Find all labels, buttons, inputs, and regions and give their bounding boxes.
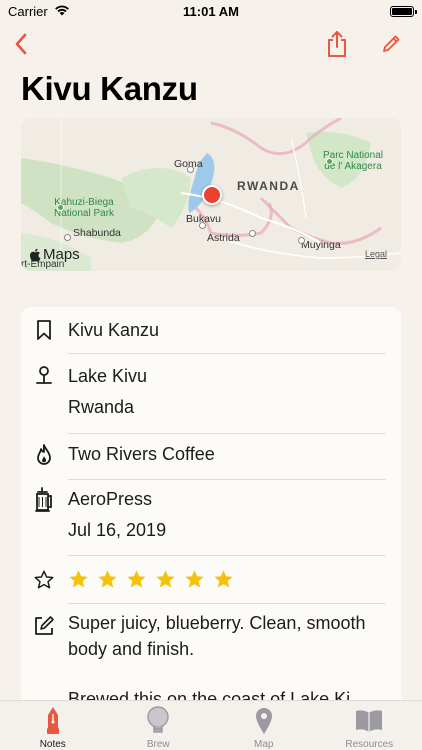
star-filled-icon[interactable] [97, 569, 118, 590]
divider [68, 603, 386, 604]
map-pin-icon [249, 706, 279, 736]
star-outline-icon [32, 568, 56, 592]
notes-line-2: body and finish. [68, 639, 195, 659]
star-filled-icon[interactable] [213, 569, 234, 590]
status-time: 11:01 AM [183, 3, 239, 19]
row-coffee-name: Kivu Kanzu [21, 315, 401, 346]
apple-logo-icon [30, 248, 41, 262]
row-rating [21, 567, 401, 593]
status-bar: Carrier 11:01 AM [0, 0, 422, 22]
tab-notes[interactable]: Notes [0, 701, 106, 750]
apple-maps-logo: Maps [29, 246, 80, 263]
tab-label-notes: Notes [39, 739, 66, 750]
notes-line-1: Super juicy, blueberry. Clean, smooth [68, 613, 366, 633]
map-label-rwanda: RWANDA [237, 179, 300, 193]
divider [68, 353, 386, 354]
tab-bar: Notes Brew Map Resources [0, 700, 422, 750]
origin-region: Lake Kivu [68, 366, 148, 386]
maps-logo-text: Maps [43, 246, 80, 263]
divider [68, 433, 386, 434]
roaster-name: Two Rivers Coffee [68, 444, 215, 464]
edit-button[interactable] [376, 28, 406, 60]
brew-method: AeroPress [68, 489, 153, 509]
tab-brew[interactable]: Brew [106, 701, 212, 750]
page-title: Kivu Kanzu [21, 70, 198, 107]
coffee-name: Kivu Kanzu [68, 320, 160, 340]
back-button[interactable] [6, 28, 36, 60]
star-filled-icon[interactable] [184, 569, 205, 590]
map-label-muyinga: Muyinga [301, 239, 341, 251]
row-notes: Super juicy, blueberry. Clean, smooth bo… [21, 610, 401, 712]
location-map[interactable]: Goma RWANDA Parc National de l' Akagera … [21, 118, 401, 271]
map-pin-icon [32, 365, 56, 389]
legal-link[interactable]: Legal [365, 249, 387, 259]
pencil-icon [383, 35, 400, 52]
navigation-bar [0, 28, 422, 62]
details-card: Kivu Kanzu Lake Kivu Rwanda Two Rivers C… [21, 307, 401, 727]
tab-resources[interactable]: Resources [317, 701, 422, 750]
divider [68, 555, 386, 556]
map-label-astrida: Astrida [207, 232, 240, 244]
tab-label-brew: Brew [146, 739, 170, 750]
star-filled-icon[interactable] [126, 569, 147, 590]
row-origin: Lake Kivu Rwanda [21, 361, 401, 423]
map-city-dot [249, 230, 256, 237]
share-icon [328, 31, 346, 57]
french-press-icon [32, 487, 56, 512]
map-park-dot [57, 204, 64, 211]
battery-icon [390, 5, 417, 17]
map-park-dot [326, 158, 333, 165]
tab-label-resources: Resources [345, 739, 394, 750]
notes-pen-icon [38, 706, 68, 736]
tab-map[interactable]: Map [211, 701, 317, 750]
row-roaster: Two Rivers Coffee [21, 439, 401, 470]
bookmark-icon [32, 318, 56, 342]
map-city-dot [64, 234, 71, 241]
map-label-shabunda: Shabunda [73, 227, 121, 239]
brew-lightbulb-icon [143, 706, 173, 736]
flame-icon [32, 443, 56, 467]
map-city-dot [298, 237, 305, 244]
origin-country: Rwanda [68, 397, 135, 417]
divider [68, 479, 386, 480]
star-filled-icon[interactable] [68, 569, 89, 590]
note-edit-icon [32, 614, 56, 638]
star-filled-icon[interactable] [155, 569, 176, 590]
rating-stars[interactable] [68, 569, 234, 593]
tab-label-map: Map [254, 739, 274, 750]
book-icon [354, 706, 384, 736]
share-button[interactable] [322, 28, 352, 60]
location-pin-icon[interactable] [202, 185, 222, 205]
map-city-dot [199, 222, 206, 229]
chevron-left-icon [15, 33, 27, 55]
brew-date: Jul 16, 2019 [68, 520, 167, 540]
map-city-dot [187, 166, 194, 173]
row-brew: AeroPress Jul 16, 2019 [21, 484, 401, 546]
